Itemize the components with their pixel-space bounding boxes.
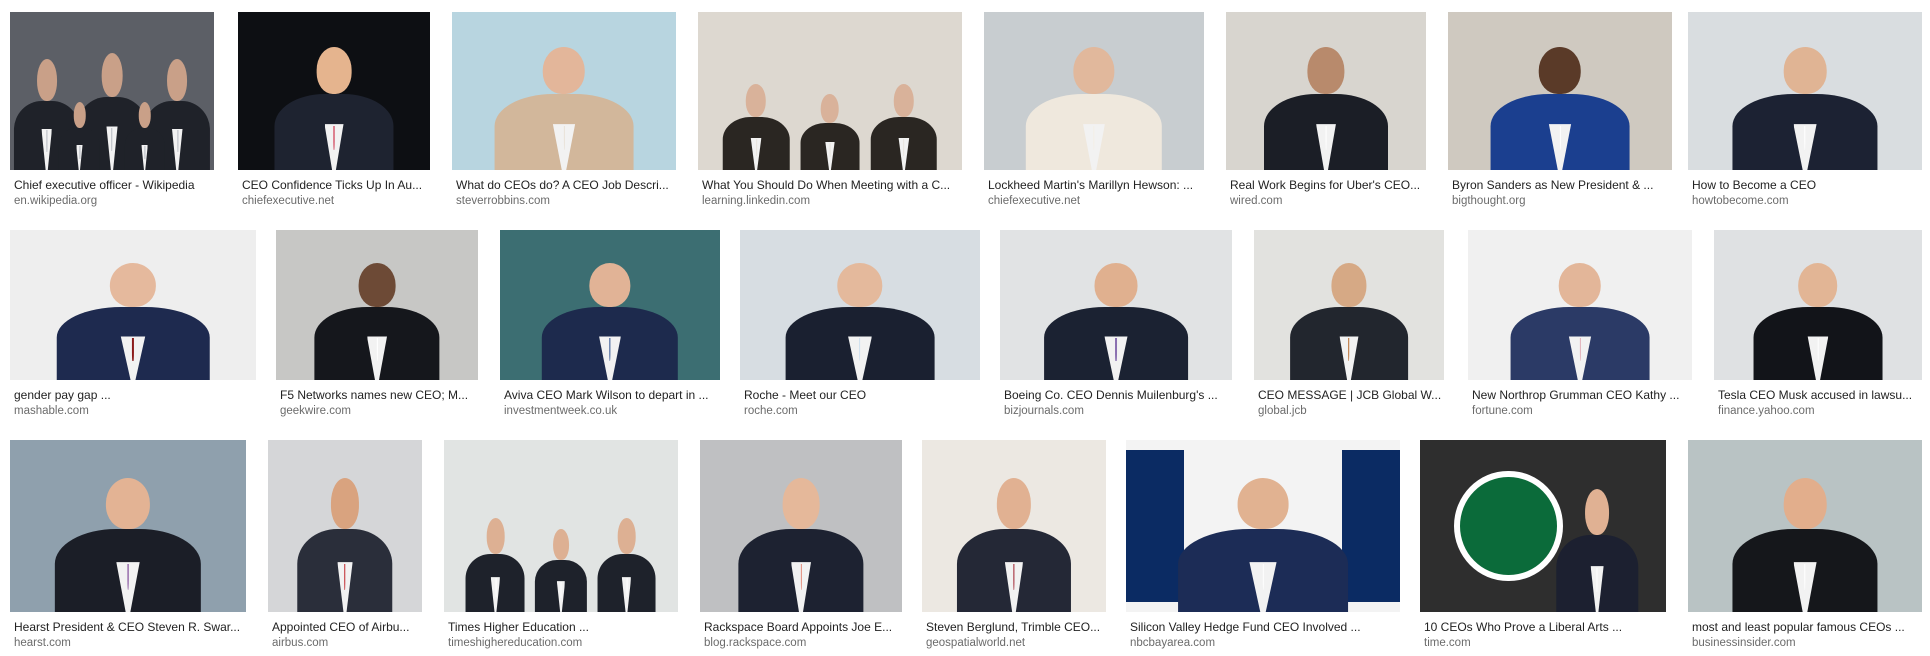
result-title[interactable]: Times Higher Education ... (448, 620, 676, 634)
result-source: fortune.com (1472, 405, 1533, 417)
result-source: chiefexecutive.net (988, 195, 1081, 207)
result-source: geekwire.com (280, 405, 351, 417)
starbucks-logo-icon[interactable] (1420, 440, 1666, 612)
image-result-12[interactable]: Roche - Meet our CEO roche.com (740, 230, 980, 417)
result-source: steverrobbins.com (456, 195, 550, 207)
result-source: blog.rackspace.com (704, 637, 807, 649)
result-source: businessinsider.com (1692, 637, 1796, 649)
result-source: nbcbayarea.com (1130, 637, 1216, 649)
person-photo-icon[interactable] (1126, 440, 1400, 612)
result-title[interactable]: Steven Berglund, Trimble CEO... (926, 620, 1104, 634)
result-title[interactable]: 10 CEOs Who Prove a Liberal Arts ... (1424, 620, 1664, 634)
result-title[interactable]: Aviva CEO Mark Wilson to depart in ... (504, 388, 718, 402)
image-result-3[interactable]: What do CEOs do? A CEO Job Descri... stev… (452, 12, 676, 207)
image-result-1[interactable]: Chief executive officer - Wikipedia en.wi… (10, 12, 214, 207)
person-photo-icon[interactable] (700, 440, 902, 612)
result-source: wired.com (1230, 195, 1283, 207)
result-source: geospatialworld.net (926, 637, 1026, 649)
person-photo-icon[interactable] (268, 440, 422, 612)
image-result-23[interactable]: 10 CEOs Who Prove a Liberal Arts ... time… (1420, 440, 1666, 649)
person-photo-icon[interactable] (452, 12, 676, 170)
result-title[interactable]: What You Should Do When Meeting with a C… (702, 178, 960, 192)
person-photo-icon[interactable] (1448, 12, 1672, 170)
image-result-13[interactable]: Boeing Co. CEO Dennis Muilenburg's ... bi… (1000, 230, 1232, 417)
image-result-22[interactable]: Silicon Valley Hedge Fund CEO Involved .… (1126, 440, 1400, 649)
result-title[interactable]: Byron Sanders as New President & ... (1452, 178, 1670, 192)
result-source: airbus.com (272, 637, 329, 649)
person-photo-icon[interactable] (1688, 12, 1922, 170)
result-title[interactable]: Silicon Valley Hedge Fund CEO Involved .… (1130, 620, 1398, 634)
image-result-9[interactable]: gender pay gap ... mashable.com (10, 230, 256, 417)
image-result-8[interactable]: How to Become a CEO howtobecome.com (1688, 12, 1922, 207)
result-title[interactable]: gender pay gap ... (14, 388, 254, 402)
result-source: roche.com (744, 405, 798, 417)
result-title[interactable]: Tesla CEO Musk accused in lawsu... (1718, 388, 1920, 402)
person-photo-icon[interactable] (740, 230, 980, 380)
result-title[interactable]: Hearst President & CEO Steven R. Swar... (14, 620, 244, 634)
meeting-photo-icon[interactable] (444, 440, 678, 612)
person-photo-icon[interactable] (1688, 440, 1922, 612)
image-result-4[interactable]: What You Should Do When Meeting with a C… (698, 12, 962, 207)
person-photo-icon[interactable] (1000, 230, 1232, 380)
image-result-21[interactable]: Steven Berglund, Trimble CEO... geospatia… (922, 440, 1106, 649)
group-photo-icon[interactable] (10, 12, 214, 170)
result-title[interactable]: Real Work Begins for Uber's CEO... (1230, 178, 1424, 192)
image-result-10[interactable]: F5 Networks names new CEO; M... geekwire.… (276, 230, 478, 417)
person-photo-icon[interactable] (238, 12, 430, 170)
image-result-15[interactable]: New Northrop Grumman CEO Kathy ... fortun… (1468, 230, 1692, 417)
result-title[interactable]: most and least popular famous CEOs ... (1692, 620, 1920, 634)
result-source: investmentweek.co.uk (504, 405, 618, 417)
result-source: learning.linkedin.com (702, 195, 811, 207)
result-source: bigthought.org (1452, 195, 1526, 207)
image-result-18[interactable]: Appointed CEO of Airbu... airbus.com (268, 440, 422, 649)
meeting-photo-icon[interactable] (698, 12, 962, 170)
result-title[interactable]: Chief executive officer - Wikipedia (14, 178, 212, 192)
person-photo-icon[interactable] (1254, 230, 1444, 380)
result-title[interactable]: New Northrop Grumman CEO Kathy ... (1472, 388, 1690, 402)
result-title[interactable]: Appointed CEO of Airbu... (272, 620, 420, 634)
result-title[interactable]: Roche - Meet our CEO (744, 388, 978, 402)
result-source: bizjournals.com (1004, 405, 1084, 417)
result-title[interactable]: F5 Networks names new CEO; M... (280, 388, 476, 402)
result-title[interactable]: How to Become a CEO (1692, 178, 1920, 192)
image-result-16[interactable]: Tesla CEO Musk accused in lawsu... financ… (1714, 230, 1922, 417)
image-result-2[interactable]: CEO Confidence Ticks Up In Au... chiefexe… (238, 12, 430, 207)
image-result-17[interactable]: Hearst President & CEO Steven R. Swar...… (10, 440, 246, 649)
result-source: howtobecome.com (1692, 195, 1789, 207)
person-photo-icon[interactable] (984, 12, 1204, 170)
result-source: finance.yahoo.com (1718, 405, 1815, 417)
result-title[interactable]: CEO Confidence Ticks Up In Au... (242, 178, 428, 192)
result-source: en.wikipedia.org (14, 195, 98, 207)
image-result-14[interactable]: CEO MESSAGE | JCB Global W... global.jcb (1254, 230, 1444, 417)
result-source: timeshighereducation.com (448, 637, 583, 649)
image-result-6[interactable]: Real Work Begins for Uber's CEO... wired.… (1226, 12, 1426, 207)
image-result-20[interactable]: Rackspace Board Appoints Joe E... blog.ra… (700, 440, 902, 649)
result-source: global.jcb (1258, 405, 1307, 417)
person-photo-icon[interactable] (10, 230, 256, 380)
image-result-11[interactable]: Aviva CEO Mark Wilson to depart in ... in… (500, 230, 720, 417)
person-photo-icon[interactable] (500, 230, 720, 380)
person-photo-icon[interactable] (1468, 230, 1692, 380)
person-photo-icon[interactable] (1714, 230, 1922, 380)
person-photo-icon[interactable] (276, 230, 478, 380)
person-photo-icon[interactable] (922, 440, 1106, 612)
result-source: time.com (1424, 637, 1471, 649)
result-title[interactable]: CEO MESSAGE | JCB Global W... (1258, 388, 1442, 402)
image-results-grid: Chief executive officer - Wikipedia en.wi… (0, 0, 1930, 656)
result-title[interactable]: Lockheed Martin's Marillyn Hewson: ... (988, 178, 1202, 192)
image-result-5[interactable]: Lockheed Martin's Marillyn Hewson: ... ch… (984, 12, 1204, 207)
result-title[interactable]: Rackspace Board Appoints Joe E... (704, 620, 900, 634)
result-source: hearst.com (14, 637, 71, 649)
result-title[interactable]: Boeing Co. CEO Dennis Muilenburg's ... (1004, 388, 1230, 402)
person-photo-icon[interactable] (1226, 12, 1426, 170)
image-result-7[interactable]: Byron Sanders as New President & ... bigt… (1448, 12, 1672, 207)
result-source: mashable.com (14, 405, 89, 417)
result-source: chiefexecutive.net (242, 195, 335, 207)
person-photo-icon[interactable] (10, 440, 246, 612)
image-result-19[interactable]: Times Higher Education ... timeshigheredu… (444, 440, 678, 649)
image-result-24[interactable]: most and least popular famous CEOs ... bu… (1688, 440, 1922, 649)
result-title[interactable]: What do CEOs do? A CEO Job Descri... (456, 178, 674, 192)
